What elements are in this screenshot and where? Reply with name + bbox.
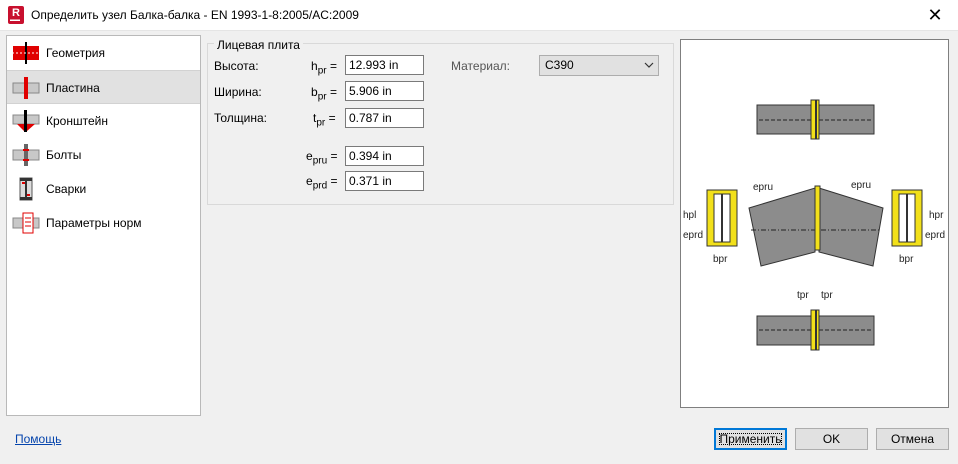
help-link[interactable]: Помощь (15, 432, 61, 446)
sidebar-item-label: Параметры норм (46, 216, 142, 230)
svg-text:epru: epru (753, 182, 773, 193)
app-logo-icon: R ▬▬ (8, 6, 24, 24)
e-prd-symbol: eprd = (306, 174, 338, 192)
svg-text:eprd: eprd (683, 230, 703, 241)
sidebar-item-bolts[interactable]: Болты (7, 138, 200, 172)
svg-text:bpr: bpr (899, 254, 914, 265)
material-select[interactable]: C390 (539, 55, 659, 76)
apply-button[interactable]: Применить (714, 428, 787, 450)
sidebar-item-geometry[interactable]: Геометрия (7, 36, 200, 70)
code-params-icon (12, 212, 40, 234)
thickness-input[interactable] (345, 108, 424, 128)
height-input[interactable] (345, 55, 424, 75)
material-label: Материал: (451, 59, 510, 73)
window-title: Определить узел Балка-балка - EN 1993-1-… (31, 8, 359, 22)
bottom-view: tpr tpr (756, 290, 875, 351)
close-icon: ✕ (927, 5, 943, 25)
bolts-icon (12, 144, 40, 166)
sidebar-item-plate[interactable]: Пластина (7, 70, 200, 104)
sidebar-item-code-params[interactable]: Параметры норм (7, 206, 200, 240)
close-button[interactable]: ✕ (912, 0, 958, 30)
height-symbol: hpr = (311, 59, 337, 77)
width-symbol: bpr = (311, 85, 337, 103)
sidebar-item-label: Кронштейн (46, 114, 108, 128)
thickness-label: Толщина: (214, 111, 268, 125)
connection-preview: epru epru hpl eprd hpr eprd bpr bpr tpr … (680, 39, 949, 408)
sidebar-item-label: Сварки (46, 182, 87, 196)
chevron-down-icon (644, 56, 654, 81)
sidebar-item-welds[interactable]: Сварки (7, 172, 200, 206)
sidebar-item-bracket[interactable]: Кронштейн (7, 104, 200, 138)
sidebar-item-label: Болты (46, 148, 82, 162)
svg-text:eprd: eprd (925, 230, 945, 241)
title-bar: R ▬▬ Определить узел Балка-балка - EN 19… (0, 0, 958, 31)
width-input[interactable] (345, 81, 424, 101)
group-title: Лицевая плита (214, 38, 303, 52)
connection-diagram: epru epru hpl eprd hpr eprd bpr bpr tpr … (683, 99, 945, 351)
e-pru-symbol: epru = (306, 149, 338, 167)
side-view: epru epru hpl eprd hpr eprd bpr bpr (683, 180, 945, 267)
bracket-icon (12, 110, 40, 132)
svg-text:tpr: tpr (797, 290, 809, 301)
sidebar-item-label: Пластина (46, 81, 100, 95)
svg-text:hpr: hpr (929, 210, 944, 221)
ok-button[interactable]: OK (795, 428, 868, 450)
e-prd-input[interactable] (345, 171, 424, 191)
geometry-icon (12, 42, 40, 64)
cancel-button[interactable]: Отмена (876, 428, 949, 450)
top-view (756, 99, 875, 140)
width-label: Ширина: (214, 85, 262, 99)
welds-icon (19, 177, 33, 201)
svg-text:tpr: tpr (821, 290, 833, 301)
plate-icon (12, 77, 40, 99)
svg-text:hpl: hpl (683, 210, 696, 221)
svg-text:epru: epru (851, 180, 871, 191)
sidebar-item-label: Геометрия (46, 46, 105, 60)
sidebar: Геометрия Пластина Кронштейн Болты Сварк… (6, 35, 201, 416)
svg-text:bpr: bpr (713, 254, 728, 265)
e-pru-input[interactable] (345, 146, 424, 166)
height-label: Высота: (214, 59, 259, 73)
thickness-symbol: tpr = (313, 111, 336, 129)
